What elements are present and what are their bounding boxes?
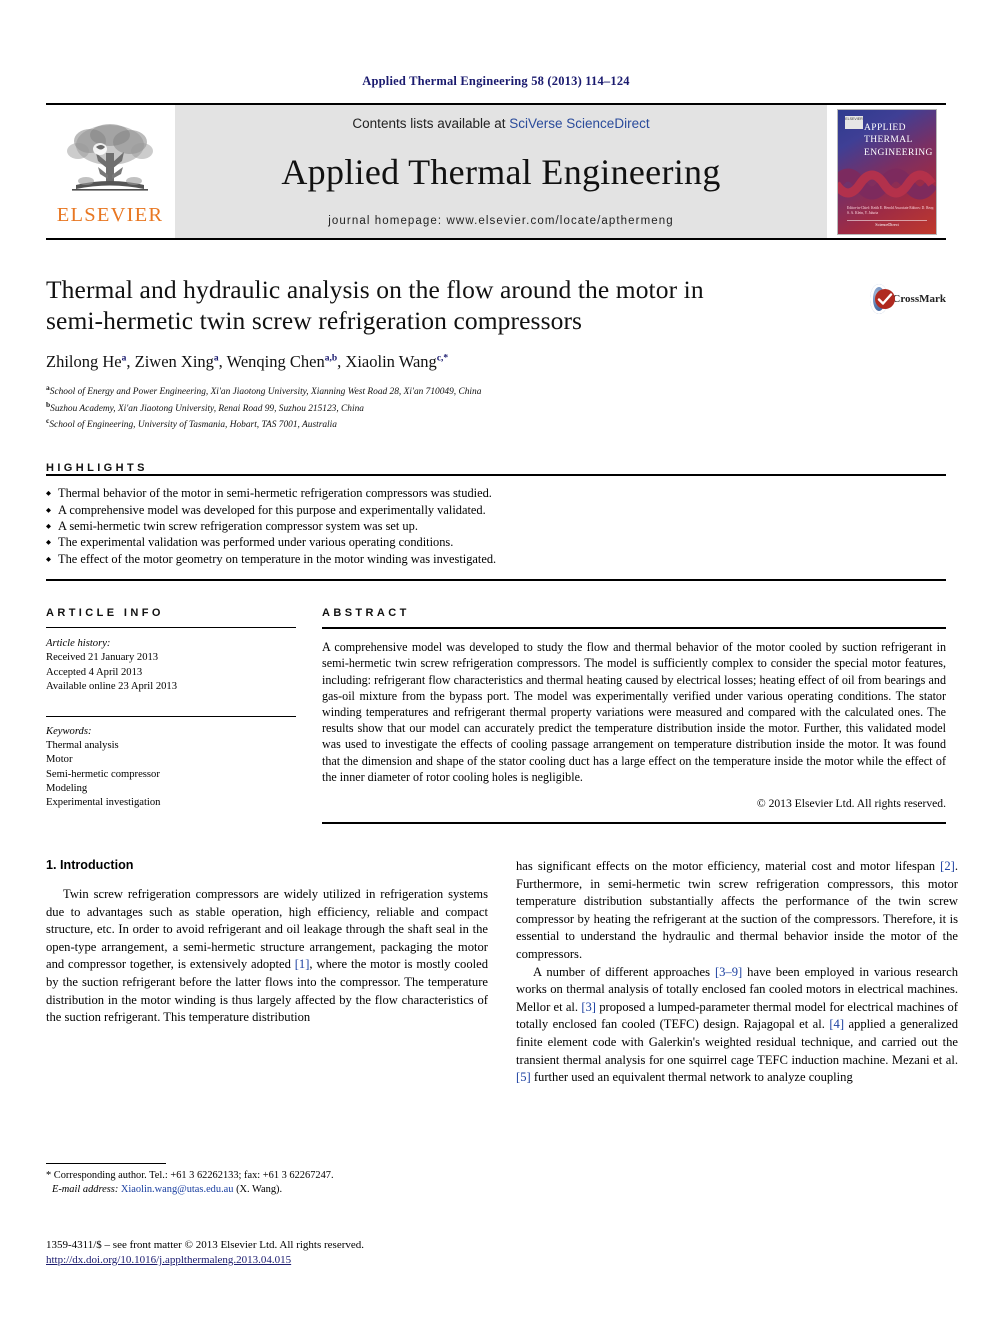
keyword-item: Modeling <box>46 782 88 794</box>
affiliation-item: cSchool of Engineering, University of Ta… <box>46 416 337 431</box>
intro-paragraph-left: Twin screw refrigeration compressors are… <box>46 886 488 1027</box>
article-info-heading: ARTICLE INFO <box>46 607 164 620</box>
crossmark-icon <box>870 284 895 314</box>
article-history-block: Article history: Received 21 January 201… <box>46 637 296 694</box>
body-columns: 1. Introduction Twin screw refrigeration… <box>46 858 958 1087</box>
email-suffix: (X. Wang). <box>233 1184 283 1195</box>
article-page: Applied Thermal Engineering 58 (2013) 11… <box>0 0 992 1323</box>
email-link[interactable]: Xiaolin.wang@utas.edu.au <box>121 1184 234 1195</box>
highlight-item: The effect of the motor geometry on temp… <box>46 551 946 569</box>
journal-homepage-link[interactable]: journal homepage: www.elsevier.com/locat… <box>328 215 674 227</box>
history-item: Available online 23 April 2013 <box>46 680 178 692</box>
abstract-column: ABSTRACT A comprehensive model was devel… <box>322 607 946 825</box>
highlight-item: Thermal behavior of the motor in semi-he… <box>46 485 946 503</box>
citation-ref-4[interactable]: [4] <box>829 1017 844 1031</box>
author-entry: Wenqing Chena,b <box>226 352 338 371</box>
citation-ref-2[interactable]: [2] <box>940 859 955 873</box>
highlights-bottom-rule <box>46 579 946 582</box>
publisher-logo-cell: ELSEVIER <box>46 105 174 238</box>
highlights-list: Thermal behavior of the motor in semi-he… <box>46 485 946 569</box>
citation-ref-3-9[interactable]: [3–9] <box>715 965 742 979</box>
crossmark-label: CrossMark <box>892 293 946 305</box>
cover-publisher-badge: ELSEVIER <box>845 115 863 129</box>
abstract-text: A comprehensive model was developed to s… <box>322 640 946 784</box>
footnote-area: * Corresponding author. Tel.: +61 3 6226… <box>46 1163 488 1197</box>
author-entry: Xiaolin Wangc,* <box>345 352 449 371</box>
title-block: CrossMark Thermal and hydraulic analysis… <box>46 274 946 432</box>
contents-prefix: Contents lists available at <box>352 116 510 131</box>
email-note: E-mail address: Xiaolin.wang@utas.edu.au… <box>46 1183 488 1197</box>
doi-link[interactable]: http://dx.doi.org/10.1016/j.applthermale… <box>46 1253 546 1268</box>
keyword-item: Experimental investigation <box>46 797 161 809</box>
journal-center-cell: Contents lists available at SciVerse Sci… <box>174 105 828 238</box>
journal-masthead: ELSEVIER Contents lists available at Sci… <box>46 103 946 240</box>
abstract-heading: ABSTRACT <box>322 607 410 620</box>
highlight-item: A semi-hermetic twin screw refrigeration… <box>46 518 946 536</box>
cover-divider <box>847 219 927 221</box>
corresponding-author-note: * Corresponding author. Tel.: +61 3 6226… <box>46 1170 334 1181</box>
cover-editors: Editor-in-Chief: Keith E. Herold Associa… <box>847 205 935 215</box>
keyword-item: Semi-hermetic compressor <box>46 768 160 780</box>
keyword-item: Motor <box>46 754 73 766</box>
issn-copyright-line: 1359-4311/$ – see front matter © 2013 El… <box>46 1239 365 1251</box>
highlight-item: A comprehensive model was developed for … <box>46 502 946 520</box>
journal-cover-thumbnail: ELSEVIER APPLIED THERMAL ENGINEERING Edi… <box>837 108 937 235</box>
section-title-introduction: 1. Introduction <box>46 858 134 873</box>
citation-ref-3[interactable]: [3] <box>581 1000 596 1014</box>
email-label: E-mail address: <box>52 1184 121 1195</box>
citation-ref-1[interactable]: [1] <box>295 957 310 971</box>
running-head: Applied Thermal Engineering 58 (2013) 11… <box>362 74 630 88</box>
affiliation-item: bSuzhou Academy, Xi'an Jiaotong Universi… <box>46 399 364 414</box>
info-abstract-section: ARTICLE INFO Article history: Received 2… <box>46 607 946 825</box>
contents-available-line: Contents lists available at SciVerse Sci… <box>352 116 649 131</box>
article-history-label: Article history: <box>46 638 111 650</box>
affiliation-list: aSchool of Energy and Power Engineering,… <box>46 382 946 432</box>
footnote-rule <box>46 1163 166 1164</box>
keywords-rule <box>46 716 296 717</box>
author-entry: Zhilong Hea <box>46 352 127 371</box>
cover-title: APPLIED THERMAL ENGINEERING <box>864 122 933 158</box>
highlight-item: The experimental validation was performe… <box>46 534 946 552</box>
check-icon <box>877 293 893 305</box>
author-entry: Ziwen Xinga <box>134 352 219 371</box>
article-info-rule <box>46 627 296 629</box>
history-item: Received 21 January 2013 <box>46 652 159 664</box>
keywords-block: Keywords: Thermal analysis Motor Semi-he… <box>46 716 296 810</box>
page-title: Thermal and hydraulic analysis on the fl… <box>46 275 704 335</box>
journal-title: Applied Thermal Engineering <box>281 152 721 192</box>
citation-ref-5[interactable]: [5] <box>516 1070 531 1084</box>
affiliation-item: aSchool of Energy and Power Engineering,… <box>46 383 482 398</box>
cover-wave-graphic <box>838 168 936 199</box>
keywords-label: Keywords: <box>46 726 92 737</box>
publisher-name: ELSEVIER <box>56 203 164 226</box>
abstract-rule <box>322 627 946 630</box>
highlights-section: HIGHLIGHTS Thermal behavior of the motor… <box>46 462 946 582</box>
intro-paragraph-right-2: A number of different approaches [3–9] h… <box>516 964 958 1085</box>
intro-paragraph-right-1: has significant effects on the motor eff… <box>516 859 958 962</box>
left-column: 1. Introduction Twin screw refrigeration… <box>46 858 488 1087</box>
sciencedirect-link[interactable]: SciVerse ScienceDirect <box>509 116 649 131</box>
right-column: has significant effects on the motor eff… <box>516 858 958 1087</box>
article-info-column: ARTICLE INFO Article history: Received 2… <box>46 607 296 824</box>
abstract-copyright: © 2013 Elsevier Ltd. All rights reserved… <box>756 797 946 811</box>
elsevier-tree-logo <box>67 123 153 191</box>
highlights-heading: HIGHLIGHTS <box>46 462 148 475</box>
crossmark-badge[interactable]: CrossMark <box>870 276 946 322</box>
footer-block: 1359-4311/$ – see front matter © 2013 El… <box>46 1238 546 1268</box>
author-list: Zhilong Hea, Ziwen Xinga, Wenqing Chena,… <box>46 352 449 371</box>
history-item: Accepted 4 April 2013 <box>46 666 143 678</box>
abstract-bottom-rule <box>322 822 946 825</box>
journal-cover-cell: ELSEVIER APPLIED THERMAL ENGINEERING Edi… <box>828 105 946 238</box>
keyword-item: Thermal analysis <box>46 740 119 752</box>
cover-publisher-line: ScienceDirect <box>875 221 899 227</box>
highlights-rule <box>46 474 946 477</box>
